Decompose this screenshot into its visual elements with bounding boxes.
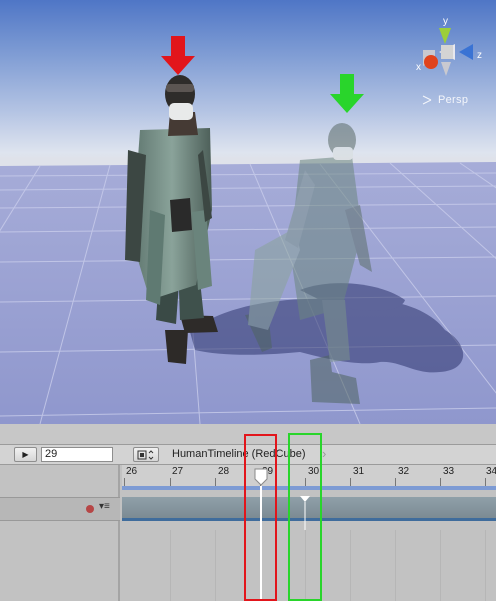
gizmo-center[interactable] bbox=[441, 45, 453, 59]
ruler-tick-label: 27 bbox=[172, 466, 184, 477]
ruler-tick-label: 33 bbox=[443, 466, 455, 477]
scene-view[interactable]: y x z Persp bbox=[0, 0, 496, 424]
track-menu-icon[interactable]: ▾≡ bbox=[99, 501, 110, 512]
frame-gridline bbox=[485, 530, 486, 601]
green-highlight-box bbox=[288, 433, 322, 601]
current-frame-field[interactable]: 29 bbox=[41, 447, 113, 462]
gizmo-x-cone[interactable] bbox=[424, 55, 438, 69]
ruler-tick-label: 26 bbox=[126, 466, 138, 477]
orientation-gizmo[interactable]: y x z bbox=[413, 14, 493, 124]
gizmo-axis-x: x bbox=[416, 62, 421, 73]
red-arrow-down bbox=[161, 36, 195, 75]
ruler-tick-label: 34 bbox=[486, 466, 496, 477]
ruler-tick-label: 32 bbox=[398, 466, 410, 477]
frame-gridline bbox=[215, 530, 216, 601]
ruler-tick-label: 28 bbox=[218, 466, 230, 477]
timeline-title[interactable]: HumanTimeline (RedCube) bbox=[172, 448, 305, 460]
gizmo-axis-z: z bbox=[477, 50, 482, 61]
gizmo-y-neg-cone[interactable] bbox=[441, 62, 451, 76]
play-frame-button[interactable]: ▶ bbox=[14, 447, 37, 462]
persp-lines-icon bbox=[422, 95, 432, 105]
track-list-panel: ▾≡ bbox=[0, 465, 120, 601]
frame-gridline bbox=[350, 530, 351, 601]
gizmo-y-cone[interactable] bbox=[439, 28, 451, 44]
frame-gridline bbox=[170, 530, 171, 601]
clip-select-button[interactable] bbox=[133, 447, 159, 462]
breadcrumb-chevron-icon: › bbox=[322, 446, 327, 461]
red-highlight-box bbox=[244, 434, 277, 601]
gizmo-z-cone[interactable] bbox=[459, 44, 473, 60]
frame-gridline bbox=[440, 530, 441, 601]
gizmo-axis-y: y bbox=[443, 16, 448, 27]
ruler-tick-label: 31 bbox=[353, 466, 365, 477]
clip-select-icon bbox=[137, 449, 154, 460]
track-header[interactable]: ▾≡ bbox=[0, 497, 120, 521]
record-icon[interactable] bbox=[86, 505, 94, 513]
ground-plane bbox=[0, 162, 496, 424]
green-arrow-down bbox=[330, 74, 364, 113]
play-frame-icon: ▶ bbox=[22, 450, 29, 459]
gizmo-projection-label[interactable]: Persp bbox=[438, 94, 468, 106]
frame-gridline bbox=[395, 530, 396, 601]
